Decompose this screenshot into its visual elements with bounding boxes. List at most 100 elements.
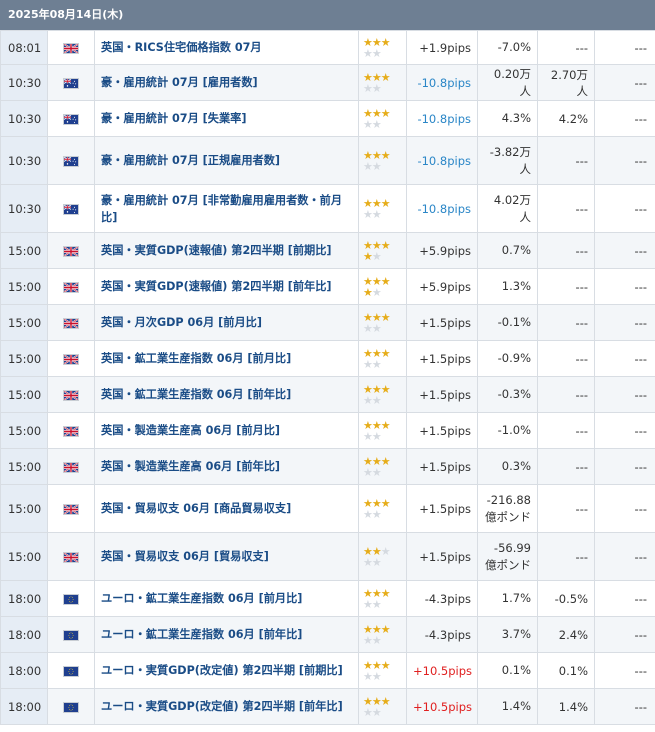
forecast-value: --- (537, 232, 595, 269)
star-row-bottom: ★★ (363, 707, 402, 718)
event-name[interactable]: ユーロ・実質GDP(改定値) 第2四半期 [前年比] (94, 688, 359, 725)
event-name[interactable]: 英国・実質GDP(速報値) 第2四半期 [前期比] (94, 232, 359, 269)
importance-rating: ★★★ ★★ (358, 304, 407, 341)
country-flag (47, 184, 95, 233)
eu-flag-icon (63, 629, 79, 641)
star-icon: ★ (363, 81, 373, 95)
previous-value: 1.4% (477, 688, 538, 725)
star-icon: ★ (363, 357, 373, 371)
previous-value: -0.9% (477, 340, 538, 377)
event-name[interactable]: ユーロ・実質GDP(改定値) 第2四半期 [前期比] (94, 652, 359, 689)
actual-value: --- (594, 64, 655, 101)
star-icon: ★ (371, 705, 382, 719)
star-row-bottom: ★★ (363, 83, 402, 94)
actual-value: --- (594, 304, 655, 341)
previous-value: 4.02万人 (477, 184, 538, 233)
event-name[interactable]: 英国・製造業生産高 06月 [前月比] (94, 412, 359, 449)
table-row[interactable]: 18:00 ユーロ・鉱工業生産指数 06月 [前月比] ★★★ ★★ -4.3pips 1… (0, 580, 655, 617)
pips-value: +1.5pips (406, 340, 478, 377)
event-name[interactable]: 英国・鉱工業生産指数 06月 [前年比] (94, 376, 359, 413)
event-name[interactable]: 英国・貿易収支 06月 [商品貿易収支] (94, 484, 359, 533)
table-row[interactable]: 15:00 英国・月次GDP 06月 [前月比] ★★★ ★★ +1.5pips -0.1… (0, 304, 655, 341)
star-row-bottom: ★★ (363, 323, 402, 334)
country-flag (47, 484, 95, 533)
table-row[interactable]: 15:00 英国・貿易収支 06月 [貿易収支] ★★★ ★★ +1.5pips -56.… (0, 532, 655, 581)
importance-rating: ★★★ ★★ (358, 532, 407, 581)
table-row[interactable]: 18:00 ユーロ・実質GDP(改定値) 第2四半期 [前年比] ★★★ ★★ +10.… (0, 688, 655, 725)
forecast-value: --- (537, 304, 595, 341)
star-icon: ★ (380, 694, 391, 708)
pips-value: -10.8pips (406, 100, 478, 137)
event-name[interactable]: 豪・雇用統計 07月 [雇用者数] (94, 64, 359, 101)
importance-rating: ★★★ ★★ (358, 232, 407, 269)
event-name[interactable]: 英国・貿易収支 06月 [貿易収支] (94, 532, 359, 581)
star-icon: ★ (380, 238, 391, 252)
country-flag (47, 100, 95, 137)
star-icon: ★ (363, 669, 373, 683)
event-name[interactable]: 豪・雇用統計 07月 [非常勤雇用雇用者数・前月比] (94, 184, 359, 233)
event-time: 18:00 (0, 652, 48, 689)
economic-calendar-table: 08:01 英国・RICS住宅価格指数 07月 ★★★ ★★ +1.9pips -7.0%… (0, 30, 655, 725)
event-name[interactable]: 英国・RICS住宅価格指数 07月 (94, 30, 359, 65)
previous-value: -7.0% (477, 30, 538, 65)
table-row[interactable]: 15:00 英国・製造業生産高 06月 [前年比] ★★★ ★★ +1.5pips 0.3… (0, 448, 655, 485)
uk-flag-icon (63, 461, 79, 473)
star-icon: ★ (371, 597, 382, 611)
event-time: 15:00 (0, 304, 48, 341)
table-row[interactable]: 15:00 英国・貿易収支 06月 [商品貿易収支] ★★★ ★★ +1.5pips -2… (0, 484, 655, 533)
uk-flag-icon (63, 281, 79, 293)
australia-flag-icon (63, 113, 79, 125)
star-icon: ★ (371, 465, 382, 479)
star-row-bottom: ★★ (363, 359, 402, 370)
country-flag (47, 448, 95, 485)
star-icon: ★ (380, 310, 391, 324)
star-icon: ★ (363, 429, 373, 443)
table-row[interactable]: 08:01 英国・RICS住宅価格指数 07月 ★★★ ★★ +1.9pips -7.0%… (0, 30, 655, 65)
table-row[interactable]: 18:00 ユーロ・実質GDP(改定値) 第2四半期 [前期比] ★★★ ★★ +10.… (0, 652, 655, 689)
actual-value: --- (594, 616, 655, 653)
event-name[interactable]: ユーロ・鉱工業生産指数 06月 [前月比] (94, 580, 359, 617)
star-row-bottom: ★★ (363, 599, 402, 610)
star-icon: ★ (363, 597, 373, 611)
event-name[interactable]: 豪・雇用統計 07月 [正規雇用者数] (94, 136, 359, 185)
event-name[interactable]: 英国・実質GDP(速報値) 第2四半期 [前年比] (94, 268, 359, 305)
table-row[interactable]: 10:30 豪・雇用統計 07月 [失業率] ★★★ ★★ -10.8pips 4.3% 4… (0, 100, 655, 137)
table-row[interactable]: 10:30 豪・雇用統計 07月 [雇用者数] ★★★ ★★ -10.8pips 0.20… (0, 64, 655, 101)
event-name[interactable]: 英国・製造業生産高 06月 [前年比] (94, 448, 359, 485)
country-flag (47, 688, 95, 725)
star-icon: ★ (371, 429, 382, 443)
pips-value: -10.8pips (406, 136, 478, 185)
importance-rating: ★★★ ★★ (358, 184, 407, 233)
star-row-bottom: ★★ (363, 557, 402, 568)
star-icon: ★ (371, 285, 382, 299)
event-name[interactable]: 豪・雇用統計 07月 [失業率] (94, 100, 359, 137)
actual-value: --- (594, 484, 655, 533)
table-row[interactable]: 15:00 英国・鉱工業生産指数 06月 [前月比] ★★★ ★★ +1.5pips -0… (0, 340, 655, 377)
importance-rating: ★★★ ★★ (358, 652, 407, 689)
country-flag (47, 412, 95, 449)
pips-value: +1.5pips (406, 412, 478, 449)
event-time: 15:00 (0, 484, 48, 533)
event-name[interactable]: 英国・月次GDP 06月 [前月比] (94, 304, 359, 341)
table-row[interactable]: 10:30 豪・雇用統計 07月 [正規雇用者数] ★★★ ★★ -10.8pips -3… (0, 136, 655, 185)
star-icon: ★ (371, 117, 382, 131)
forecast-value: 1.4% (537, 688, 595, 725)
table-row[interactable]: 15:00 英国・鉱工業生産指数 06月 [前年比] ★★★ ★★ +1.5pips -0… (0, 376, 655, 413)
pips-value: -4.3pips (406, 580, 478, 617)
table-row[interactable]: 18:00 ユーロ・鉱工業生産指数 06月 [前年比] ★★★ ★★ -4.3pips 3… (0, 616, 655, 653)
pips-value: +5.9pips (406, 268, 478, 305)
star-icon: ★ (380, 658, 391, 672)
event-time: 15:00 (0, 412, 48, 449)
eu-flag-icon (63, 593, 79, 605)
table-row[interactable]: 10:30 豪・雇用統計 07月 [非常勤雇用雇用者数・前月比] ★★★ ★★ -10.… (0, 184, 655, 233)
event-name[interactable]: ユーロ・鉱工業生産指数 06月 [前年比] (94, 616, 359, 653)
star-icon: ★ (363, 465, 373, 479)
table-row[interactable]: 15:00 英国・実質GDP(速報値) 第2四半期 [前年比] ★★★ ★★ +5.9p… (0, 268, 655, 305)
pips-value: +5.9pips (406, 232, 478, 269)
event-time: 10:30 (0, 100, 48, 137)
star-row-bottom: ★★ (363, 251, 402, 262)
table-row[interactable]: 15:00 英国・製造業生産高 06月 [前月比] ★★★ ★★ +1.5pips -1.… (0, 412, 655, 449)
table-row[interactable]: 15:00 英国・実質GDP(速報値) 第2四半期 [前期比] ★★★ ★★ +5.9p… (0, 232, 655, 269)
forecast-value: --- (537, 184, 595, 233)
event-name[interactable]: 英国・鉱工業生産指数 06月 [前月比] (94, 340, 359, 377)
